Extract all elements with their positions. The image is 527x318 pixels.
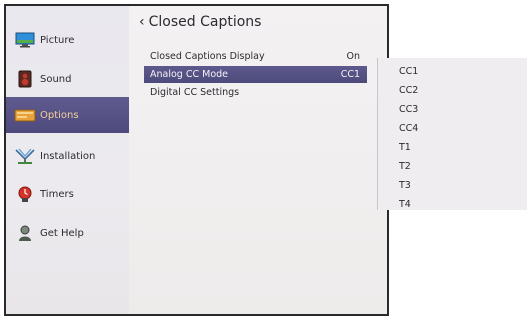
- sidebar-item-label: Installation: [40, 150, 96, 162]
- back-chevron-icon[interactable]: ‹: [139, 14, 145, 30]
- row-value: On: [346, 51, 361, 62]
- dropdown-option-cc3[interactable]: CC3: [378, 100, 527, 119]
- sidebar-item-timers[interactable]: Timers: [6, 176, 129, 212]
- dropdown-option-t2[interactable]: T2: [378, 157, 527, 176]
- picture-icon: [14, 31, 36, 49]
- sidebar-item-sound[interactable]: Sound: [6, 61, 129, 97]
- sidebar-item-label: Get Help: [40, 227, 84, 239]
- menu-frame: Picture Sound Options Installation Timer…: [4, 4, 389, 316]
- sidebar: Picture Sound Options Installation Timer…: [6, 6, 129, 314]
- sidebar-item-label: Picture: [40, 34, 75, 46]
- menu-row-digital-cc-settings[interactable]: Digital CC Settings: [144, 84, 367, 101]
- sidebar-item-options[interactable]: Options: [6, 97, 129, 133]
- sidebar-item-get-help[interactable]: Get Help: [6, 215, 129, 251]
- dropdown-option-cc1[interactable]: CC1: [378, 62, 527, 81]
- page-title: ‹ Closed Captions: [139, 14, 261, 30]
- menu-row-closed-captions-display[interactable]: Closed Captions Display On: [144, 48, 367, 65]
- closed-captions-panel: ‹ Closed Captions Closed Captions Display…: [129, 6, 387, 314]
- row-label: Digital CC Settings: [150, 87, 240, 98]
- sidebar-item-label: Sound: [40, 73, 72, 85]
- antenna-icon: [14, 147, 36, 165]
- dropdown-option-cc2[interactable]: CC2: [378, 81, 527, 100]
- sidebar-item-installation[interactable]: Installation: [6, 138, 129, 174]
- help-icon: [14, 224, 36, 242]
- dropdown-option-t4[interactable]: T4: [378, 195, 527, 214]
- dropdown-option-t3[interactable]: T3: [378, 176, 527, 195]
- timer-icon: [14, 185, 36, 203]
- row-value: CC1: [340, 69, 360, 80]
- dropdown-option-cc4[interactable]: CC4: [378, 119, 527, 138]
- cc-mode-dropdown: CC1 CC2 CC3 CC4 T1 T2 T3 T4: [377, 58, 527, 210]
- sidebar-item-label: Options: [40, 109, 79, 121]
- sidebar-item-label: Timers: [40, 188, 74, 200]
- dropdown-option-t1[interactable]: T1: [378, 138, 527, 157]
- menu-row-analog-cc-mode[interactable]: Analog CC Mode CC1: [144, 66, 367, 83]
- page-title-text: Closed Captions: [148, 14, 262, 30]
- speaker-icon: [14, 70, 36, 88]
- row-label: Closed Captions Display: [150, 51, 265, 62]
- sidebar-item-picture[interactable]: Picture: [6, 22, 129, 58]
- row-label: Analog CC Mode: [150, 69, 229, 80]
- options-icon: [14, 106, 36, 124]
